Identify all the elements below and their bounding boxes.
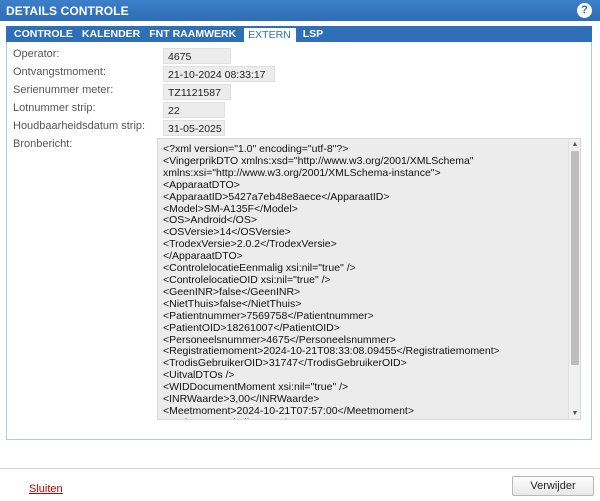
scroll-up-icon[interactable]: ▲ [569, 139, 580, 150]
bronbericht-content: <?xml version="1.0" encoding="utf-8"?> <… [163, 143, 500, 419]
lotnummer-value: 22 [163, 102, 225, 118]
window-title: DETAILS CONTROLE [6, 4, 129, 18]
window-title-bar: DETAILS CONTROLE ? [0, 0, 600, 21]
tab-extern[interactable]: EXTERN [243, 27, 297, 42]
delete-button[interactable]: Verwijder [512, 476, 594, 496]
bronbericht-textarea[interactable]: <?xml version="1.0" encoding="utf-8"?> <… [157, 138, 581, 420]
serienummer-value: TZ1121587 [163, 84, 231, 100]
tab-controle[interactable]: CONTROLE [10, 27, 78, 42]
extern-panel: Operator: 4675 Ontvangstmoment: 21-10-20… [6, 42, 592, 440]
houdbaarheid-value: 31-05-2025 [163, 120, 225, 136]
serienummer-label: Serienummer meter: [13, 84, 114, 96]
operator-value: 4675 [163, 48, 231, 64]
operator-label: Operator: [13, 48, 60, 60]
ontvangstmoment-value: 21-10-2024 08:33:17 [163, 66, 275, 82]
help-icon[interactable]: ? [577, 3, 592, 18]
tab-bar: CONTROLE KALENDER FNT RAAMWERK EXTERN LS… [6, 26, 592, 42]
houdbaarheid-label: Houdbaarheidsdatum strip: [13, 120, 146, 132]
tab-lsp[interactable]: LSP [299, 27, 328, 42]
lotnummer-label: Lotnummer strip: [13, 102, 96, 114]
ontvangstmoment-label: Ontvangstmoment: [13, 66, 106, 78]
bronbericht-label: Bronbericht: [13, 138, 73, 150]
vertical-scrollbar[interactable]: ▲ ▼ [568, 139, 580, 419]
scroll-down-icon[interactable]: ▼ [569, 408, 580, 419]
footer-divider [0, 468, 600, 469]
scroll-thumb[interactable] [571, 151, 579, 365]
tab-fnt-raamwerk[interactable]: FNT RAAMWERK [145, 27, 241, 42]
close-link[interactable]: Sluiten [29, 483, 63, 495]
tab-kalender[interactable]: KALENDER [78, 27, 145, 42]
